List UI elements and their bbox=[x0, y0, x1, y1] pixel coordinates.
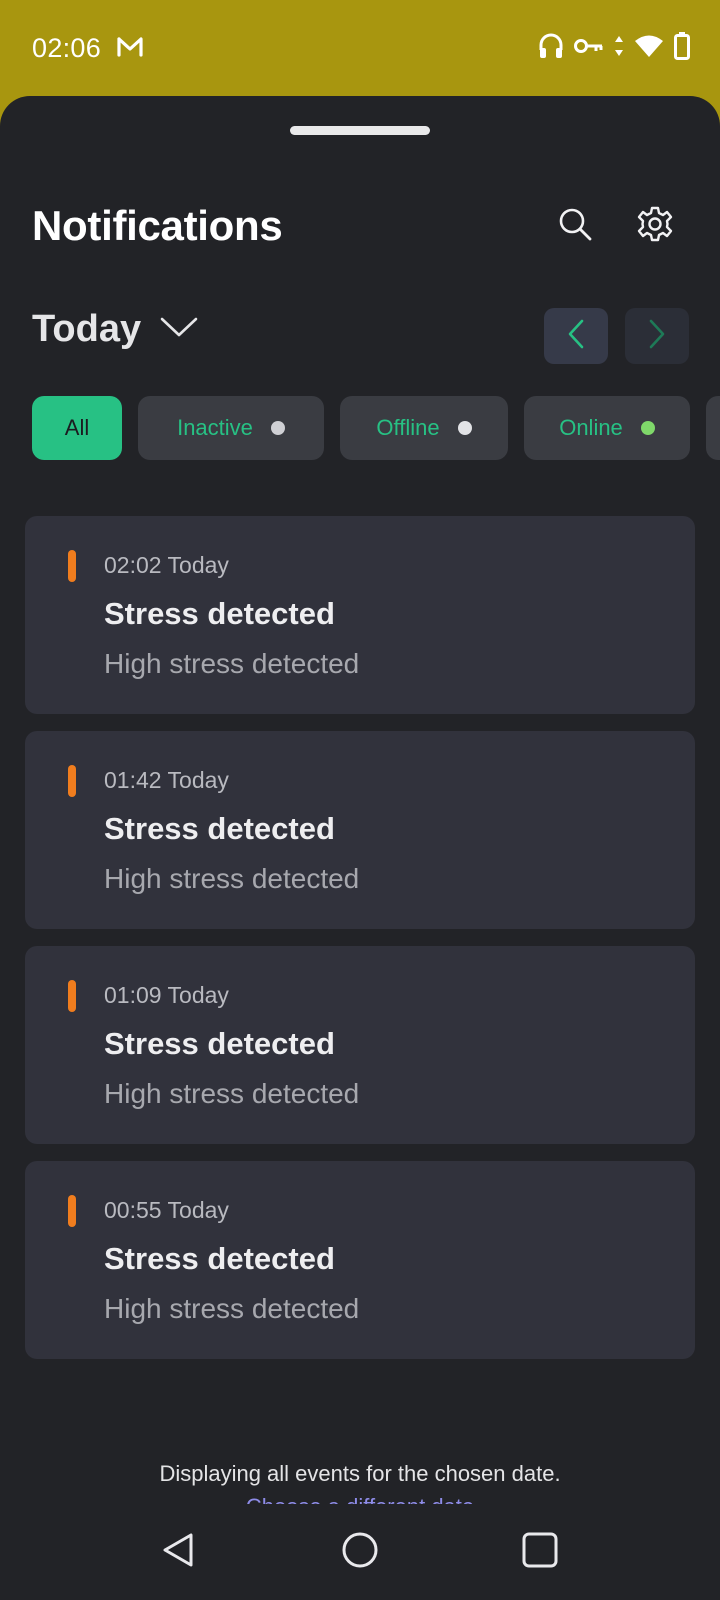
filter-chip-all[interactable]: All bbox=[32, 396, 122, 460]
notification-card[interactable]: 01:09 Today Stress detected High stress … bbox=[25, 946, 695, 1144]
notification-list: 02:02 Today Stress detected High stress … bbox=[25, 516, 695, 1376]
notification-time: 02:02 Today bbox=[104, 552, 229, 578]
severity-indicator bbox=[68, 550, 76, 582]
notification-body: High stress detected bbox=[104, 648, 360, 679]
notification-time: 01:09 Today bbox=[104, 982, 229, 1008]
status-time: 02:06 bbox=[32, 33, 102, 63]
filter-chip-partial[interactable] bbox=[706, 396, 720, 460]
data-arrows-icon bbox=[614, 35, 624, 57]
back-triangle-icon bbox=[159, 1530, 199, 1575]
severity-indicator bbox=[68, 1195, 76, 1227]
battery-icon bbox=[674, 32, 690, 60]
chip-label: Online bbox=[559, 415, 623, 440]
page-title: Notifications bbox=[32, 202, 283, 249]
notification-title: Stress detected bbox=[104, 596, 335, 631]
severity-indicator bbox=[68, 765, 76, 797]
chevron-down-icon bbox=[159, 315, 199, 344]
next-date-button[interactable] bbox=[625, 308, 689, 364]
status-bar: 02:06 bbox=[0, 0, 720, 96]
recents-button[interactable] bbox=[518, 1530, 562, 1574]
vpn-key-icon bbox=[574, 36, 604, 56]
filter-chip-inactive[interactable]: Inactive bbox=[138, 396, 324, 460]
date-selector[interactable]: Today bbox=[32, 308, 199, 351]
date-label: Today bbox=[32, 308, 142, 350]
gear-icon bbox=[636, 205, 674, 248]
notification-card[interactable]: 00:55 Today Stress detected High stress … bbox=[25, 1161, 695, 1359]
notification-title: Stress detected bbox=[104, 811, 335, 846]
notification-title: Stress detected bbox=[104, 1241, 335, 1276]
previous-date-button[interactable] bbox=[544, 308, 608, 364]
footer-info: Displaying all events for the chosen dat… bbox=[159, 1461, 561, 1486]
settings-button[interactable] bbox=[631, 202, 679, 250]
status-dot-online bbox=[640, 421, 655, 435]
notification-body: High stress detected bbox=[104, 1078, 360, 1109]
home-button[interactable] bbox=[338, 1530, 382, 1574]
drag-handle[interactable] bbox=[290, 126, 430, 135]
search-button[interactable] bbox=[551, 202, 599, 250]
filter-chips: All Inactive Offline Online bbox=[32, 396, 720, 460]
gmail-icon bbox=[116, 36, 144, 63]
back-button[interactable] bbox=[157, 1530, 201, 1574]
notification-card[interactable]: 01:42 Today Stress detected High stress … bbox=[25, 731, 695, 929]
notification-time: 00:55 Today bbox=[104, 1197, 229, 1223]
headphones-icon bbox=[538, 32, 564, 60]
severity-indicator bbox=[68, 980, 76, 1012]
chevron-right-icon bbox=[648, 319, 666, 354]
notification-title: Stress detected bbox=[104, 1026, 335, 1061]
chip-label: Inactive bbox=[177, 415, 253, 440]
recents-square-icon bbox=[520, 1530, 560, 1575]
search-icon bbox=[557, 206, 593, 247]
wifi-icon bbox=[634, 34, 664, 58]
home-circle-icon bbox=[340, 1530, 380, 1575]
filter-chip-online[interactable]: Online bbox=[524, 396, 690, 460]
notification-card[interactable]: 02:02 Today Stress detected High stress … bbox=[25, 516, 695, 714]
status-dot-inactive bbox=[270, 421, 285, 435]
notification-body: High stress detected bbox=[104, 1293, 360, 1324]
status-dot-offline bbox=[457, 421, 472, 435]
chip-label: All bbox=[64, 415, 90, 440]
filter-chip-offline[interactable]: Offline bbox=[340, 396, 508, 460]
chevron-left-icon bbox=[567, 319, 585, 354]
notification-time: 01:42 Today bbox=[104, 767, 229, 793]
notification-body: High stress detected bbox=[104, 863, 360, 894]
notifications-sheet: Notifications Today All Inactive Offline… bbox=[0, 96, 720, 1600]
chip-label: Offline bbox=[376, 415, 440, 440]
